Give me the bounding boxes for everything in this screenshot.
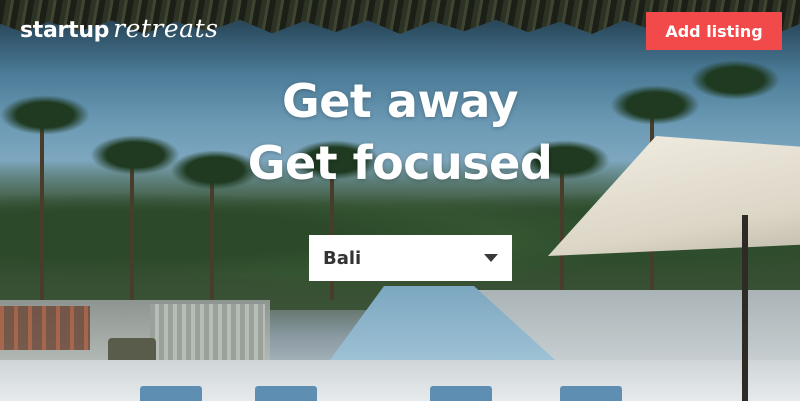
chevron-down-icon bbox=[484, 254, 498, 262]
add-listing-button[interactable]: Add listing bbox=[646, 12, 782, 50]
pool-deck-front bbox=[0, 360, 800, 401]
bench-railing bbox=[0, 306, 90, 350]
background-image bbox=[0, 0, 800, 401]
headline-line-2: Get focused bbox=[247, 136, 553, 190]
headline-line-1: Get away bbox=[281, 74, 519, 128]
location-select-value: Bali bbox=[323, 247, 362, 269]
sun-lounger bbox=[255, 386, 317, 401]
sun-lounger bbox=[430, 386, 492, 401]
hero-section: startup retreats Add listing Get away Ge… bbox=[0, 0, 800, 401]
site-logo[interactable]: startup retreats bbox=[20, 14, 218, 50]
umbrella-pole bbox=[742, 215, 748, 401]
logo-wordmark: startup bbox=[20, 18, 110, 43]
logo-script-text: retreats bbox=[113, 14, 219, 43]
sun-lounger bbox=[140, 386, 202, 401]
hero-headline: Get away Get focused bbox=[0, 70, 800, 194]
location-select[interactable]: Bali bbox=[309, 235, 512, 281]
sun-lounger bbox=[560, 386, 622, 401]
